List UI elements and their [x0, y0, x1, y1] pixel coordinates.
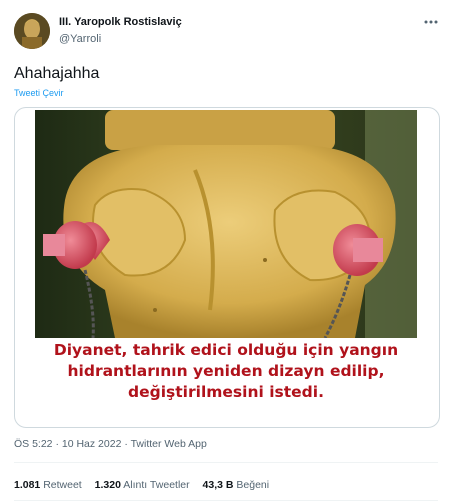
caption-line-3: değiştirilmesini istedi. [128, 383, 324, 401]
avatar[interactable] [14, 13, 50, 49]
avatar-image [14, 13, 50, 49]
retweets-stat[interactable]: 1.081 Retweet [14, 479, 82, 491]
likes-count: 43,3 B [202, 479, 234, 491]
quote-tweets-stat[interactable]: 1.320 Alıntı Tweetler [95, 479, 190, 491]
tweet-date[interactable]: 10 Haz 2022 [62, 438, 122, 450]
meta-separator: · [52, 438, 62, 450]
likes-label: Beğeni [236, 479, 270, 491]
translate-tweet-link[interactable]: Tweeti Çevir [14, 88, 64, 98]
quote-tweets-label: Alıntı Tweetler [123, 479, 190, 491]
meta-separator: · [121, 438, 131, 450]
divider [14, 500, 438, 501]
retweets-count: 1.081 [14, 479, 41, 491]
author-handle[interactable]: @Yarroli [59, 33, 101, 45]
caption-line-1: Diyanet, tahrik edici olduğu için yangın [53, 341, 399, 359]
tweet-stats: 1.081 Retweet 1.320 Alıntı Tweetler 43,3… [14, 479, 279, 491]
likes-stat[interactable]: 43,3 B Beğeni [203, 479, 270, 491]
tweet-time[interactable]: ÖS 5:22 [14, 438, 53, 450]
hydrant-photo [35, 110, 417, 338]
divider [14, 462, 438, 463]
author-display-name[interactable]: III. Yaropolk Rostislaviç [59, 16, 182, 28]
tweet-media-card[interactable]: Diyanet, tahrik edici olduğu için yangın… [14, 107, 440, 428]
media-caption: Diyanet, tahrik edici olduğu için yangın… [35, 340, 417, 403]
tweet-text: Ahahajahha [14, 65, 100, 82]
tweet-source[interactable]: Twitter Web App [131, 438, 207, 450]
caption-line-2: hidrantlarının yeniden dizayn edilip, [67, 362, 385, 380]
tweet-metadata: ÖS 5:22 · 10 Haz 2022 · Twitter Web App [14, 438, 207, 450]
retweets-label: Retweet [43, 479, 82, 491]
more-options-icon[interactable] [420, 15, 442, 29]
quote-tweets-count: 1.320 [94, 479, 121, 491]
